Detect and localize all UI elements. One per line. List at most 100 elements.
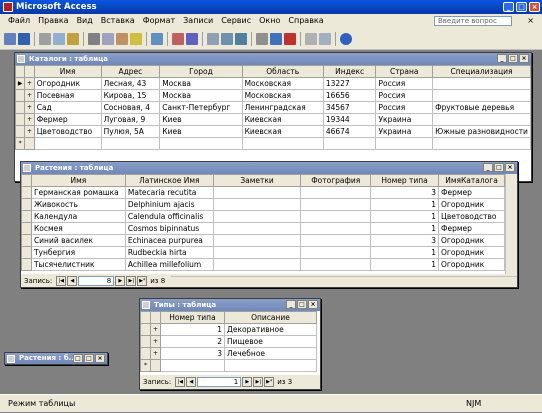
col-header[interactable]: Заметки [212,174,302,187]
database-window-icon[interactable] [305,32,317,45]
plants-window-titlebar[interactable]: Растения : таблица _ □ × [21,162,517,174]
minimize-button[interactable]: _ [503,2,514,12]
expand-icon[interactable]: + [24,125,35,138]
table-row[interactable]: Космея Cosmos bipinnatus 1 Фермер [21,222,505,235]
plants-datasheet[interactable]: Имя Латинское Имя Заметки Фотография Ном… [21,174,505,274]
new-record-nav-icon[interactable]: ▶* [264,377,275,387]
menu-window[interactable]: Окно [255,14,284,28]
col-header[interactable]: Имя [33,65,102,78]
catalogs-close-button[interactable]: × [519,54,529,63]
format-painter-icon[interactable] [130,32,142,45]
close-button[interactable]: × [529,2,540,12]
new-record-row[interactable]: * [15,137,531,150]
save-icon[interactable] [18,32,30,45]
table-row[interactable]: + Сад Сосновая, 4 Санкт-Петербург Ленинград… [15,101,531,114]
table-row[interactable]: +2 Пищевое [140,335,317,348]
delete-record-icon[interactable] [284,32,296,45]
table-row[interactable]: Синий василек Echinacea purpurea 3 Огородни… [21,234,505,247]
minimized-plants-window[interactable]: Растения : б... □ □ × [4,352,108,365]
first-record-icon[interactable]: |◀ [56,276,67,286]
table-row[interactable]: +1 Декоративное [140,323,317,336]
col-header[interactable]: Имя [30,174,126,187]
paste-icon[interactable] [116,32,128,45]
new-object-icon[interactable] [319,32,331,45]
table-row[interactable]: + Посевная Кирова, 15 Москва Московская 1665… [15,89,531,102]
col-header[interactable]: Номер типа [370,174,439,187]
expand-icon[interactable]: + [24,113,35,126]
menu-insert[interactable]: Вставка [97,14,139,28]
table-row[interactable]: +3 Лечебное [140,347,317,360]
sort-ascending-icon[interactable] [172,32,184,45]
previous-record-icon[interactable]: ◀ [67,276,78,286]
last-record-icon[interactable]: ▶| [253,377,264,387]
spelling-icon[interactable] [67,32,79,45]
col-header[interactable]: Индекс [322,65,377,78]
menu-edit[interactable]: Правка [34,14,72,28]
types-maximize-button[interactable]: □ [297,300,307,309]
table-row[interactable]: ▶ + Огородник Лесная, 43 Москва Московская 13… [15,77,531,90]
menu-help[interactable]: Справка [284,14,327,28]
col-header[interactable]: Фотография [300,174,372,187]
print-preview-icon[interactable] [53,32,65,45]
table-row[interactable]: Германская ромашка Matecaria recutita 3 Фер… [21,186,505,199]
current-record-icon[interactable]: ▶ [15,77,26,90]
table-row[interactable]: Календула Calendula officinalis 1 Цветоводс… [21,210,505,223]
col-header[interactable]: Область [241,65,324,78]
types-close-button[interactable]: × [308,300,318,309]
col-header[interactable]: Город [159,65,243,78]
previous-record-icon[interactable]: ◀ [186,377,197,387]
expand-icon[interactable]: + [24,77,35,90]
types-table-window[interactable]: Типы : таблица _ □ × Номер типа Описание +1… [139,298,321,390]
table-row[interactable]: Тунбергия Rudbeckia hirta 1 Огородник [21,246,505,259]
table-row[interactable]: + Цветоводство Пулюя, 5А Киев Киевская 46674… [15,125,531,138]
col-header[interactable]: Адрес [100,65,161,78]
menu-format[interactable]: Формат [139,14,179,28]
filter-selection-icon[interactable] [207,32,219,45]
apply-filter-icon[interactable] [235,32,247,45]
record-number-input[interactable]: 1 [197,377,242,387]
print-icon[interactable] [39,32,51,45]
maximize-button[interactable]: □ [516,2,527,12]
expand-icon[interactable]: + [150,335,161,348]
col-header[interactable]: Специализация [432,65,531,78]
new-record-icon[interactable]: * [140,359,151,372]
next-record-icon[interactable]: ▶ [115,276,126,286]
copy-icon[interactable] [102,32,114,45]
cut-icon[interactable] [88,32,100,45]
plants-close-button[interactable]: × [505,163,515,172]
view-icon[interactable] [4,32,16,45]
first-record-icon[interactable]: |◀ [175,377,186,387]
expand-icon[interactable]: + [24,101,35,114]
plants-maximize-button[interactable]: □ [494,163,504,172]
table-row[interactable]: + Фермер Луговая, 9 Киев Киевская 19344 Украи… [15,113,531,126]
expand-icon[interactable]: + [150,347,161,360]
col-header[interactable]: Описание [224,311,317,324]
menu-view[interactable]: Вид [73,14,97,28]
menu-records[interactable]: Записи [179,14,217,28]
plants-minimize-button[interactable]: _ [483,163,493,172]
new-record-icon[interactable] [270,32,282,45]
catalogs-window-titlebar[interactable]: Каталоги : таблица _ □ × [15,53,531,65]
undo-icon[interactable] [151,32,163,45]
types-window-titlebar[interactable]: Типы : таблица _ □ × [140,299,320,311]
record-number-input[interactable]: 8 [78,276,115,286]
maximize-button[interactable]: □ [84,354,94,363]
table-row[interactable]: Тысячелистник Achillea millefolium 1 Огород… [21,258,505,271]
find-icon[interactable] [256,32,268,45]
new-record-icon[interactable]: * [15,137,26,150]
expand-icon[interactable]: + [150,323,161,336]
catalogs-minimize-button[interactable]: _ [497,54,507,63]
sort-descending-icon[interactable] [186,32,198,45]
types-minimize-button[interactable]: _ [286,300,296,309]
plants-table-window[interactable]: Растения : таблица _ □ × Имя Латинское Имя… [20,161,518,288]
plants-vertical-scrollbar[interactable] [505,174,517,274]
last-record-icon[interactable]: ▶| [126,276,137,286]
col-header[interactable]: Номер типа [160,311,225,324]
expand-icon[interactable]: + [24,89,35,102]
menu-file[interactable]: Файл [4,14,34,28]
types-datasheet[interactable]: Номер типа Описание +1 Декоративное +2 Пище… [140,311,320,375]
plants-horizontal-scrollbar[interactable] [171,276,517,286]
menu-tools[interactable]: Сервис [217,14,255,28]
col-header[interactable]: Страна [375,65,434,78]
catalogs-maximize-button[interactable]: □ [508,54,518,63]
